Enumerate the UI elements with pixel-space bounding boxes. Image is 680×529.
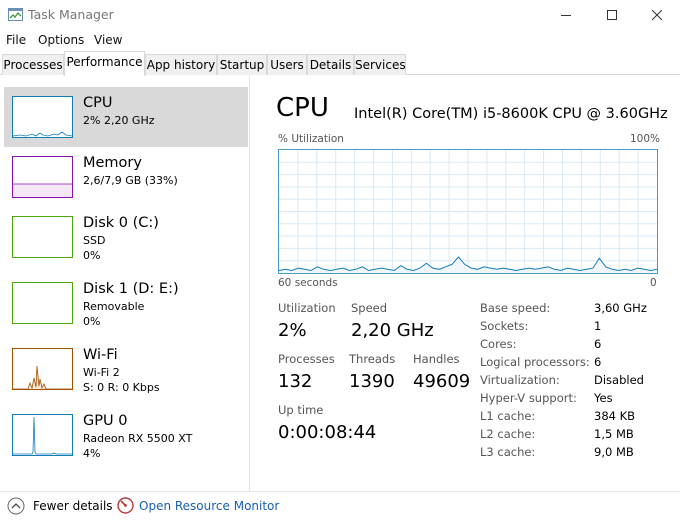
window-title: Task Manager	[28, 7, 114, 22]
memory-thumbnail	[12, 156, 73, 198]
resource-name: Disk 1 (D: E:)	[83, 281, 179, 297]
graph-y-label: % Utilization	[278, 133, 344, 145]
uptime-value: 0:00:08:44	[278, 422, 377, 443]
threads-value: 1390	[349, 371, 395, 392]
resource-detail: 2% 2,20 GHz	[83, 114, 155, 127]
spec-value-virtualization: Disabled	[594, 373, 644, 387]
performance-content: CPU 2% 2,20 GHz Memory 2,6/7,9 GB (33%) …	[0, 75, 680, 491]
spec-label-cores: Cores:	[480, 337, 517, 351]
speed-value: 2,20 GHz	[351, 320, 434, 341]
resource-item-cpu[interactable]: CPU 2% 2,20 GHz	[4, 87, 248, 147]
spec-value-l2-cache: 1,5 MB	[594, 427, 634, 441]
disk-1-thumbnail	[12, 282, 73, 324]
spec-value-l1-cache: 384 KB	[594, 409, 636, 423]
menu-view[interactable]: View	[94, 33, 122, 47]
processes-label: Processes	[278, 352, 335, 366]
close-icon	[652, 10, 662, 20]
spec-value-logical-processors: 6	[594, 355, 602, 369]
spec-value-l3-cache: 9,0 MB	[594, 445, 634, 459]
footer-bar: Fewer details Open Resource Monitor	[0, 491, 680, 529]
open-resource-monitor-link[interactable]: Open Resource Monitor	[139, 499, 279, 513]
utilization-label: Utilization	[278, 301, 336, 315]
resource-item-disk-1[interactable]: Disk 1 (D: E:) Removable 0%	[4, 273, 248, 333]
spec-label-l1-cache: L1 cache:	[480, 409, 536, 423]
detail-title: CPU	[276, 93, 329, 123]
resource-detail: SSD	[83, 234, 106, 247]
resource-item-disk-0[interactable]: Disk 0 (C:) SSD 0%	[4, 207, 248, 267]
tab-services[interactable]: Services	[354, 54, 406, 75]
cpu-thumbnail	[12, 96, 73, 138]
resource-usage: 0%	[83, 315, 101, 328]
menu-options[interactable]: Options	[38, 33, 84, 47]
tab-startup[interactable]: Startup	[217, 54, 267, 75]
resource-name: Memory	[83, 155, 142, 171]
resource-item-gpu-0[interactable]: GPU 0 Radeon RX 5500 XT 4%	[4, 405, 248, 465]
title-bar: Task Manager	[0, 0, 680, 30]
spec-label-virtualization: Virtualization:	[480, 373, 560, 387]
resource-usage: 0%	[83, 249, 101, 262]
minimize-icon	[561, 15, 571, 16]
menu-bar: File Options View	[0, 30, 680, 50]
spec-label-hyper-v: Hyper-V support:	[480, 391, 577, 405]
resource-item-memory[interactable]: Memory 2,6/7,9 GB (33%)	[4, 147, 248, 207]
cpu-utilization-graph	[278, 149, 658, 274]
task-manager-icon	[8, 8, 23, 21]
resource-item-wifi[interactable]: Wi-Fi Wi-Fi 2 S: 0 R: 0 Kbps	[4, 339, 248, 399]
tab-app-history[interactable]: App history	[145, 54, 217, 75]
spec-value-cores: 6	[594, 337, 602, 351]
utilization-value: 2%	[278, 320, 307, 341]
resource-name: GPU 0	[83, 413, 128, 429]
spec-label-logical-processors: Logical processors:	[480, 355, 590, 369]
spec-value-base-speed: 3,60 GHz	[594, 301, 647, 315]
maximize-icon	[607, 10, 617, 20]
resource-detail: Wi-Fi 2	[83, 366, 120, 379]
tab-performance[interactable]: Performance	[64, 51, 145, 76]
cpu-detail-pane: CPU Intel(R) Core(TM) i5-8600K CPU @ 3.6…	[276, 75, 676, 491]
resource-usage: S: 0 R: 0 Kbps	[83, 381, 160, 394]
threads-label: Threads	[349, 352, 396, 366]
fewer-details-button[interactable]: Fewer details	[33, 499, 113, 513]
tab-strip: Processes Performance App history Startu…	[0, 51, 680, 76]
resource-detail: Radeon RX 5500 XT	[83, 432, 193, 445]
maximize-button[interactable]	[589, 0, 635, 30]
tab-processes[interactable]: Processes	[2, 54, 64, 75]
cpu-model-name: Intel(R) Core(TM) i5-8600K CPU @ 3.60GHz	[354, 106, 668, 122]
handles-label: Handles	[413, 352, 460, 366]
uptime-label: Up time	[278, 403, 324, 417]
resource-name: Wi-Fi	[83, 347, 118, 363]
graph-x-right-label: 0	[650, 277, 657, 289]
spec-label-base-speed: Base speed:	[480, 301, 551, 315]
spec-value-sockets: 1	[594, 319, 602, 333]
menu-file[interactable]: File	[6, 33, 26, 47]
spec-label-l3-cache: L3 cache:	[480, 445, 536, 459]
resource-detail: 2,6/7,9 GB (33%)	[83, 174, 178, 187]
disk-0-thumbnail	[12, 216, 73, 258]
processes-value: 132	[278, 371, 313, 392]
resource-list: CPU 2% 2,20 GHz Memory 2,6/7,9 GB (33%) …	[0, 75, 250, 491]
tab-users[interactable]: Users	[267, 54, 307, 75]
resource-monitor-icon	[117, 497, 134, 514]
resource-name: CPU	[83, 95, 113, 111]
handles-value: 49609	[413, 371, 471, 392]
wifi-thumbnail	[12, 348, 73, 390]
resource-detail: Removable	[83, 300, 145, 313]
speed-label: Speed	[351, 301, 388, 315]
spec-value-hyper-v: Yes	[594, 391, 613, 405]
gpu-thumbnail	[12, 414, 73, 456]
memory-thumbnail-fill	[13, 184, 72, 197]
graph-x-left-label: 60 seconds	[278, 277, 338, 289]
graph-y-max-label: 100%	[630, 133, 661, 145]
resource-usage: 4%	[83, 447, 101, 460]
spec-label-l2-cache: L2 cache:	[480, 427, 536, 441]
tab-details[interactable]: Details	[307, 54, 354, 75]
fewer-details-toggle-icon[interactable]	[7, 497, 25, 515]
resource-name: Disk 0 (C:)	[83, 215, 159, 231]
close-button[interactable]	[634, 0, 680, 30]
spec-label-sockets: Sockets:	[480, 319, 529, 333]
minimize-button[interactable]	[543, 0, 589, 30]
